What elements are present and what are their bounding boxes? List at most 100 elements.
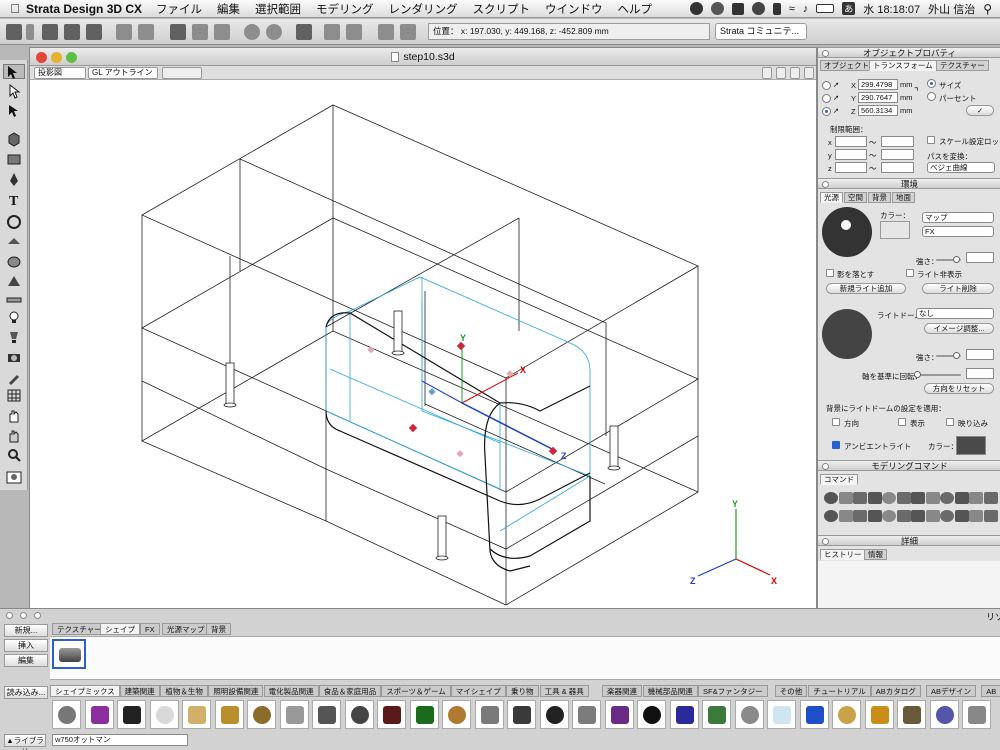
cmd-copy-icon[interactable] — [838, 492, 853, 504]
rotate-axis-field[interactable] — [966, 368, 994, 379]
cmd-move-icon[interactable] — [824, 492, 838, 504]
eyedropper-tool[interactable] — [6, 370, 22, 385]
percent-radio[interactable] — [927, 92, 936, 101]
render-mode-dropdown[interactable]: GL アウトライン — [88, 67, 158, 79]
limit-x-min[interactable] — [835, 136, 867, 147]
panel-close-icon[interactable] — [822, 181, 829, 188]
category-tab-3[interactable]: 照明設備関連 — [208, 685, 264, 697]
tab-light[interactable]: 光源 — [820, 192, 843, 203]
ime-indicator[interactable]: あ — [842, 2, 856, 15]
ambient-color-swatch[interactable] — [956, 436, 986, 455]
projection-dropdown[interactable]: 投影図 — [34, 67, 86, 79]
shape-bolt-icon[interactable] — [962, 700, 991, 729]
category-tab-5[interactable]: 食品＆家庭用品 — [318, 685, 382, 697]
cmd-deform-icon[interactable] — [925, 510, 940, 522]
light-strength-knob[interactable] — [953, 256, 960, 263]
category-tab-13[interactable]: その他 — [774, 685, 808, 697]
status-app-icon[interactable] — [689, 2, 703, 15]
tab-texture[interactable]: テクスチャー — [936, 60, 989, 71]
libtab-texture[interactable]: テクスチャー — [52, 623, 107, 635]
cmd-mirror-icon[interactable] — [896, 492, 911, 504]
spotlight-tool[interactable] — [6, 330, 22, 345]
ambient-light-checkbox[interactable] — [832, 441, 840, 449]
shape-balls-icon[interactable] — [182, 700, 211, 729]
transform-handles[interactable] — [408, 341, 558, 456]
group-select-tool[interactable] — [6, 104, 22, 119]
paint-dropdown-icon[interactable] — [26, 24, 34, 40]
panel-close-icon[interactable] — [822, 50, 829, 57]
rectangle-tool[interactable] — [6, 152, 22, 167]
zoom-window-button[interactable] — [66, 52, 77, 63]
menu-file[interactable]: ファイル — [156, 1, 202, 17]
redo-icon[interactable] — [266, 24, 282, 40]
shape-shoe-icon[interactable] — [929, 700, 959, 729]
cmd-merge-icon[interactable] — [853, 492, 867, 504]
size-x-field[interactable]: 299.4798 — [858, 79, 898, 90]
reflection-checkbox[interactable] — [946, 418, 954, 426]
library-load-button[interactable]: 読み込み... — [4, 686, 48, 699]
panel-close-icon[interactable] — [822, 538, 829, 545]
photoshop-icon[interactable] — [138, 24, 154, 40]
status-grid-icon[interactable] — [731, 2, 744, 15]
cmd-reset-icon[interactable] — [983, 510, 998, 522]
menu-window[interactable]: ウインドウ — [545, 1, 603, 17]
rotate-axis-slider[interactable] — [914, 374, 961, 376]
limit-y-max[interactable] — [881, 149, 914, 160]
menubar-clock[interactable]: 水 18:18:07 — [863, 1, 920, 17]
hide-light-checkbox[interactable] — [906, 269, 914, 277]
limit-z-min[interactable] — [835, 162, 867, 173]
apply-transform-button[interactable]: ✓ — [966, 105, 994, 116]
category-tab-11[interactable]: 機械部品関連 — [642, 685, 698, 697]
shape-robot-arm-icon[interactable] — [279, 700, 309, 729]
apple-icon[interactable]:  — [4, 1, 26, 16]
battery-icon[interactable] — [816, 4, 835, 13]
wifi-icon[interactable]: ≈ — [789, 3, 795, 15]
shape-bulb-icon[interactable] — [767, 700, 796, 729]
view-slider[interactable] — [162, 67, 202, 79]
library-zoom-button[interactable] — [34, 612, 41, 619]
tab-info[interactable]: 情報 — [864, 549, 887, 560]
direction-checkbox[interactable] — [832, 418, 840, 426]
category-tab-1[interactable]: 建築関連 — [119, 685, 160, 697]
size-y-field[interactable]: 290.7647 — [858, 92, 898, 103]
illustrator-icon[interactable] — [116, 24, 132, 40]
library-minimize-button[interactable] — [20, 612, 27, 619]
grid-tool[interactable] — [6, 388, 22, 403]
cmd-path-icon[interactable] — [983, 492, 998, 504]
cmd-split-icon[interactable] — [867, 492, 882, 504]
tab-object[interactable]: オブジェクト — [820, 60, 873, 71]
category-tab-14[interactable]: チュートリアル — [808, 685, 871, 697]
sweep-tool[interactable] — [6, 254, 22, 269]
shape-chair-icon[interactable] — [149, 700, 179, 729]
cmd-fillet-icon[interactable] — [896, 510, 911, 522]
libtab-shape[interactable]: シェイプ — [100, 623, 140, 635]
image-adjust-button[interactable]: イメージ調整... — [924, 323, 994, 334]
libtab-background[interactable]: 背景 — [206, 623, 231, 635]
3d-viewport[interactable]: Y X Z Y X Z — [30, 81, 816, 608]
limit-x-max[interactable] — [881, 136, 914, 147]
shape-bracelet-icon[interactable] — [344, 700, 374, 729]
shape-toy-car-icon[interactable] — [442, 700, 471, 729]
snap-icon[interactable] — [324, 24, 340, 40]
shape-figure-icon[interactable] — [702, 700, 731, 729]
cube-primitive-tool[interactable] — [6, 132, 22, 147]
view-split-icon[interactable] — [776, 67, 786, 79]
cmd-shear-icon[interactable] — [838, 510, 853, 522]
spotlight-icon[interactable]: ⚲ — [983, 2, 992, 16]
cmd-subdivide-icon[interactable] — [867, 510, 882, 522]
size-radio[interactable] — [927, 79, 936, 88]
cmd-boolean-icon[interactable] — [853, 510, 867, 522]
copy-icon[interactable] — [192, 24, 208, 40]
scale-lock-checkbox[interactable] — [927, 136, 935, 144]
status-sync-icon[interactable] — [710, 2, 724, 15]
tab-ground[interactable]: 地面 — [892, 192, 915, 203]
shape-globe-icon[interactable] — [864, 700, 894, 729]
ruler-tool[interactable] — [6, 292, 22, 307]
shape-chip-icon[interactable] — [637, 700, 666, 729]
light-dome-sphere[interactable] — [822, 309, 872, 359]
tab-space[interactable]: 空間 — [844, 192, 867, 203]
extrude-tool[interactable] — [6, 234, 22, 249]
dome-strength-field[interactable] — [966, 349, 994, 360]
shape-bag-icon[interactable] — [507, 700, 536, 729]
undo-icon[interactable] — [244, 24, 260, 40]
